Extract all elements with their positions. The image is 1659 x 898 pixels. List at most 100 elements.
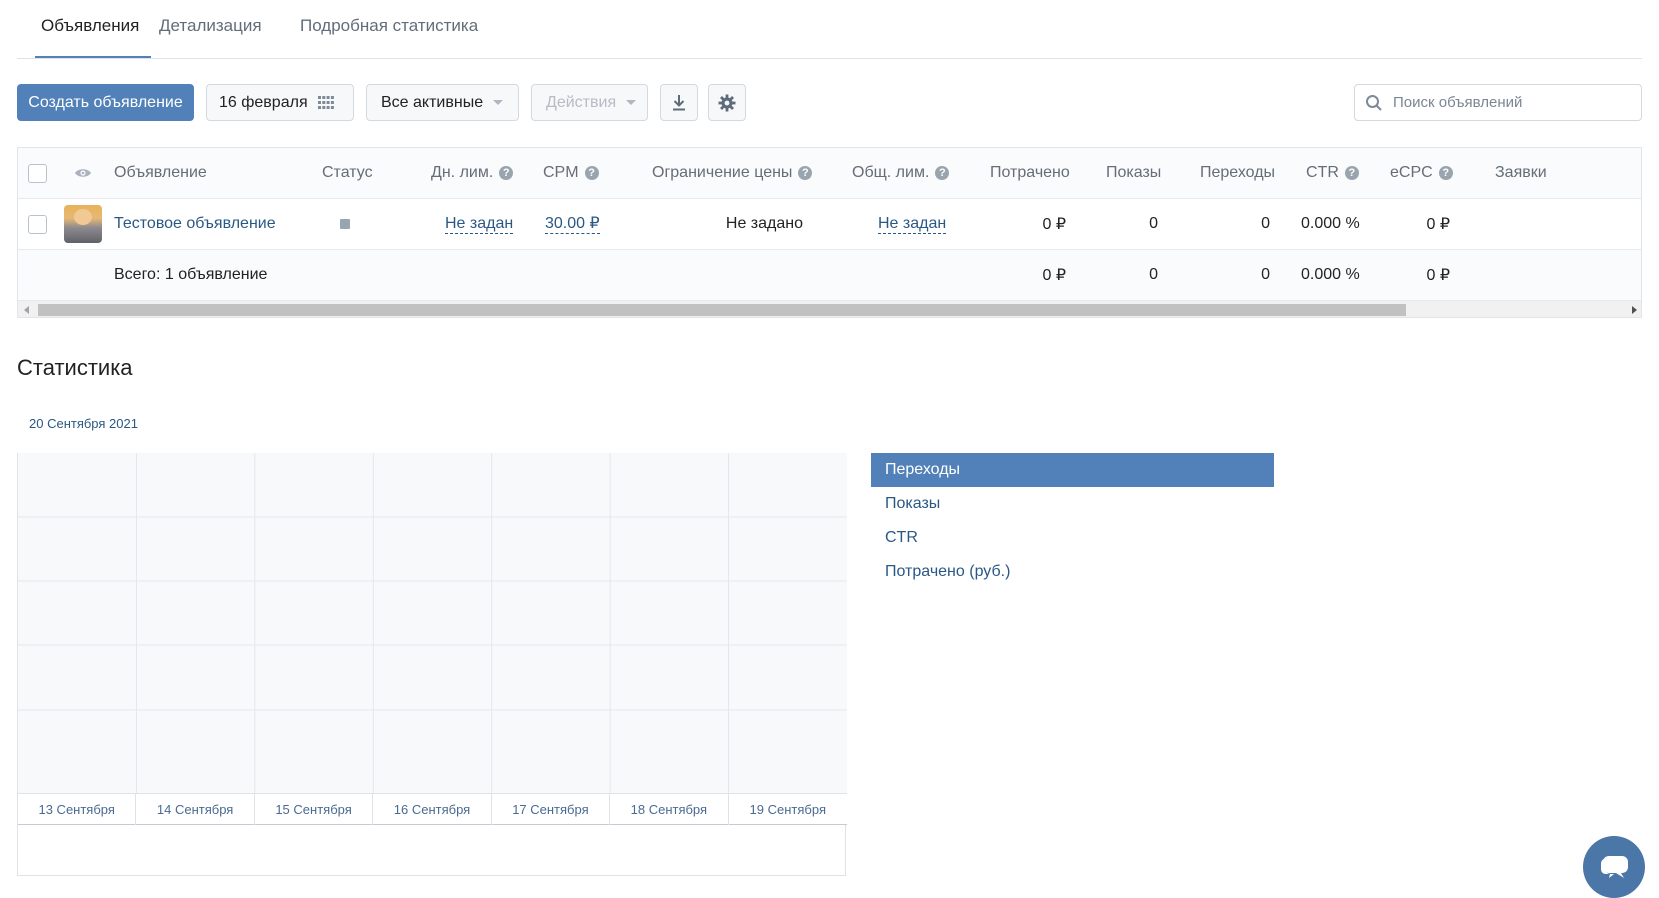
daily-limit-label: Дн. лим. [431, 164, 494, 181]
cpm-cell: 30.00 ₽ [545, 199, 600, 249]
impressions-cell: 0 [1149, 215, 1158, 232]
tab-details[interactable]: Детализация [159, 16, 262, 36]
stats-chart: 13 Сентября 14 Сентября 15 Сентября 16 Сент… [17, 453, 847, 876]
daily-limit-cell: Не задан [445, 199, 514, 249]
select-all-checkbox[interactable] [28, 163, 47, 183]
column-header-spent[interactable]: Потрачено [990, 148, 1070, 198]
chevron-down-icon [493, 100, 504, 105]
search-input[interactable] [1393, 94, 1623, 111]
column-header-daily-limit[interactable]: Дн. лим.? [431, 148, 514, 198]
column-header-total-limit[interactable]: Общ. лим.? [852, 148, 950, 198]
daily-limit-link[interactable]: Не задан [445, 215, 514, 234]
x-tick-label: 19 Сентября [749, 802, 826, 817]
select-all-cell [28, 148, 47, 198]
ad-name-link[interactable]: Тестовое объявление [114, 215, 276, 233]
x-tick-label: 14 Сентября [136, 794, 255, 825]
metrics-list: Переходы Показы CTR Потрачено (руб.) [871, 453, 1274, 589]
total-spent: 0 ₽ [1042, 267, 1066, 284]
help-icon[interactable]: ? [499, 166, 514, 180]
price-limit-label: Ограничение цены [652, 164, 793, 181]
download-icon [673, 94, 685, 110]
tab-detailed-stats[interactable]: Подробная статистика [300, 16, 478, 36]
scroll-left-arrow-icon[interactable] [24, 306, 29, 314]
metric-option[interactable]: CTR [871, 521, 1274, 555]
help-icon[interactable]: ? [1438, 166, 1453, 180]
chat-button[interactable] [1583, 836, 1645, 898]
metric-option[interactable]: Показы [871, 487, 1274, 521]
metric-option[interactable]: Переходы [871, 453, 1274, 487]
ad-name-cell: Тестовое объявление [114, 199, 276, 249]
cpm-label: CPM [543, 164, 579, 181]
column-header-price-limit[interactable]: Ограничение цены? [652, 148, 813, 198]
ads-table: Объявление Статус Дн. лим.? CPM? Огранич… [17, 147, 1642, 318]
actions-label: Действия [546, 93, 617, 111]
top-tabs: Объявления Детализация Подробная статист… [17, 0, 1642, 59]
calendar-grid-icon [317, 96, 334, 109]
help-icon[interactable]: ? [798, 166, 813, 180]
total-clicks: 0 [1261, 266, 1270, 283]
help-icon[interactable]: ? [584, 166, 599, 180]
table-row: Тестовое объявление Не задан 30.00 ₽ Не … [18, 199, 1641, 250]
ad-thumbnail-cell [64, 199, 102, 249]
x-tick-label: 18 Сентября [610, 794, 729, 825]
tab-ads[interactable]: Объявления [41, 16, 139, 36]
stats-date: 20 Сентября 2021 [29, 416, 138, 431]
chart-x-axis: 13 Сентября 14 Сентября 15 Сентября 16 Сент… [18, 793, 847, 825]
row-select-cell [28, 199, 47, 249]
table-total-row: Всего: 1 объявление 0 ₽ 0 0 0.000 % 0 ₽ [18, 250, 1641, 301]
download-button[interactable] [660, 84, 698, 121]
table-header-row: Объявление Статус Дн. лим.? CPM? Огранич… [18, 148, 1641, 199]
column-header-status[interactable]: Статус [322, 148, 373, 198]
visibility-column [74, 148, 92, 198]
status-cell [340, 199, 350, 249]
ad-thumbnail[interactable] [64, 205, 102, 243]
status-filter-label: Все активные [381, 93, 484, 111]
chat-icon [1601, 856, 1628, 878]
column-header-impressions[interactable]: Показы [1106, 148, 1161, 198]
search-icon [1366, 94, 1382, 111]
cpm-link[interactable]: 30.00 ₽ [545, 215, 600, 234]
column-header-ad[interactable]: Объявление [114, 148, 207, 198]
ctr-cell: 0.000 % [1301, 215, 1360, 232]
toolbar: Создать объявление 16 февраля Все активн… [17, 84, 1642, 122]
status-filter-dropdown[interactable]: Все активные [366, 84, 519, 121]
total-limit-cell: Не задан [878, 199, 947, 249]
ecpc-cell: 0 ₽ [1426, 216, 1450, 233]
gear-icon [718, 94, 736, 111]
column-header-ecpc[interactable]: eCPC? [1390, 148, 1453, 198]
eye-icon[interactable] [74, 167, 92, 179]
total-limit-label: Общ. лим. [852, 164, 930, 181]
active-tab-indicator [35, 56, 151, 58]
help-icon[interactable]: ? [935, 166, 950, 180]
settings-button[interactable] [708, 84, 746, 121]
total-ecpc: 0 ₽ [1426, 267, 1450, 284]
x-tick-label: 17 Сентября [492, 794, 611, 825]
column-header-cpm[interactable]: CPM? [543, 148, 599, 198]
chevron-down-icon [626, 100, 637, 105]
row-checkbox[interactable] [28, 214, 47, 234]
search-box [1354, 84, 1642, 121]
create-ad-button[interactable]: Создать объявление [17, 84, 194, 121]
x-tick-label: 16 Сентября [373, 794, 492, 825]
x-tick-label: 13 Сентября [18, 794, 137, 825]
date-label: 16 февраля [219, 93, 308, 111]
horizontal-scrollbar[interactable] [18, 300, 1641, 317]
metric-option[interactable]: Потрачено (руб.) [871, 555, 1274, 589]
price-limit-cell: Не задано [725, 215, 803, 232]
ctr-label: CTR [1306, 164, 1339, 181]
column-header-ctr[interactable]: CTR? [1306, 148, 1359, 198]
clicks-cell: 0 [1261, 215, 1270, 232]
help-icon[interactable]: ? [1344, 166, 1359, 180]
stats-title: Статистика [17, 355, 133, 380]
total-limit-link[interactable]: Не задан [878, 215, 947, 234]
total-impressions: 0 [1149, 266, 1158, 283]
date-picker-button[interactable]: 16 февраля [206, 84, 354, 121]
scrollbar-thumb[interactable] [38, 304, 1406, 316]
total-label: Всего: 1 объявление [114, 266, 268, 283]
column-header-leads[interactable]: Заявки [1495, 148, 1547, 198]
ecpc-label: eCPC [1390, 164, 1433, 181]
column-header-clicks[interactable]: Переходы [1200, 148, 1275, 198]
actions-dropdown[interactable]: Действия [531, 84, 648, 121]
scroll-right-arrow-icon[interactable] [1632, 306, 1637, 314]
chart-plot-area [18, 453, 847, 793]
